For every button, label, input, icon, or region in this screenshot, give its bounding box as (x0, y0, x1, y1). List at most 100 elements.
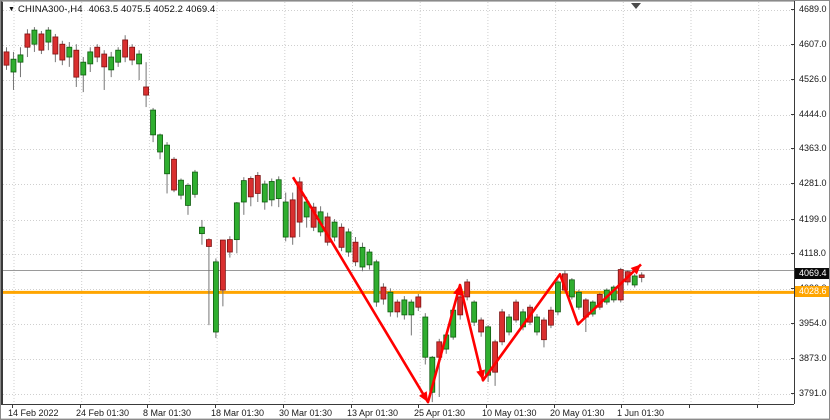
price-axis-label: 3791.0 (799, 388, 827, 398)
price-axis-label: 3873.0 (799, 353, 827, 363)
candle-body (541, 320, 546, 340)
candle-body (262, 184, 267, 202)
legend-dropdown-icon[interactable]: ▼ (8, 6, 15, 13)
candle-body (360, 247, 365, 267)
price-axis-label: 4118.0 (799, 248, 826, 258)
candle-body (548, 310, 553, 325)
candle-body (39, 34, 44, 50)
symbol-legend: ▼CHINA300-,H4 4063.5 4075.5 4052.2 4069.4 (8, 4, 215, 15)
candle-body (32, 30, 37, 44)
candle-body (402, 300, 407, 315)
candle-body (381, 287, 386, 299)
legend-symbol-label: CHINA300-,H4 (18, 4, 83, 15)
candle-body (416, 297, 421, 307)
chart-plot-area[interactable]: ▼CHINA300-,H4 4063.5 4075.5 4052.2 4069.4 (1, 1, 794, 404)
candle-body (109, 57, 114, 70)
candle-body (185, 185, 190, 205)
candle-body (74, 50, 79, 77)
price-axis-tick (791, 79, 795, 80)
candle-body (199, 227, 204, 233)
candle-body (158, 135, 163, 152)
time-axis-tick (757, 405, 758, 408)
candle-body (332, 222, 337, 237)
candle-body (248, 178, 253, 196)
candle-body (165, 145, 170, 174)
candle-body (283, 202, 288, 237)
candle-body (179, 180, 184, 195)
candle-body (479, 320, 484, 332)
time-axis-label: 10 May 01:30 (482, 408, 537, 418)
price-axis-label: 4526.0 (799, 74, 827, 84)
price-axis-tick (791, 183, 795, 184)
candle-body (206, 240, 211, 247)
candle-body (130, 47, 135, 60)
price-axis-label: 4281.0 (799, 178, 827, 188)
candle-body (632, 276, 637, 285)
candle-body (269, 181, 274, 199)
price-axis-label: 4607.0 (799, 39, 827, 49)
legend-ohlc-values: 4063.5 4075.5 4052.2 4069.4 (89, 4, 216, 15)
candle-body (500, 312, 505, 342)
candle-body (388, 292, 393, 312)
candle-body (213, 262, 218, 332)
price-axis-tick (791, 44, 795, 45)
time-axis-tick (689, 405, 690, 408)
candle-body (18, 55, 23, 62)
candle-body (151, 110, 156, 135)
price-axis-tick (791, 253, 795, 254)
candle-body (569, 280, 574, 297)
price-axis-tick (791, 219, 795, 220)
candle-body (514, 302, 519, 320)
candle-body (458, 297, 463, 315)
candle-body (395, 302, 400, 312)
candle-body (346, 232, 351, 252)
candle-body (116, 50, 121, 62)
chart-window: ▼CHINA300-,H4 4063.5 4075.5 4052.2 4069.4… (0, 0, 830, 420)
candle-body (409, 302, 414, 315)
price-axis-tick (791, 323, 795, 324)
candle-body (227, 240, 232, 252)
candle-body (46, 30, 51, 42)
time-axis-label: 24 Feb 01:30 (76, 408, 129, 418)
candle-body (192, 172, 197, 194)
price-axis-label: 3954.0 (799, 318, 827, 328)
candle-body (11, 59, 16, 72)
candle-body (353, 242, 358, 262)
candle-body (123, 40, 128, 57)
time-axis-label: 30 Mar 01:30 (279, 408, 332, 418)
time-axis[interactable]: 14 Feb 2022 24 Feb 01:30 8 Mar 01:30 18 Mar… (1, 404, 794, 418)
candle-body (576, 292, 581, 307)
candle-body (486, 327, 491, 375)
price-axis-tick (791, 148, 795, 149)
candle-body (255, 175, 260, 193)
price-axis[interactable]: 4069.4 4028.6 4689.04607.04526.04444.043… (794, 1, 830, 404)
time-axis-label: 18 Mar 01:30 (211, 408, 264, 418)
time-axis-label: 1 Jun 01:30 (617, 408, 664, 418)
price-axis-label: 4199.0 (799, 214, 827, 224)
candle-body (234, 203, 239, 240)
current-price-badge: 4069.4 (795, 268, 830, 279)
price-axis-label: 4363.0 (799, 143, 827, 153)
price-axis-label: 4689.0 (799, 4, 827, 14)
price-axis-tick (791, 358, 795, 359)
time-axis-label: 14 Feb 2022 (8, 408, 59, 418)
time-axis-label: 13 Apr 01:30 (347, 408, 398, 418)
candle-body (276, 180, 281, 199)
candle-body (423, 317, 428, 357)
candle-body (4, 52, 9, 65)
candle-body (339, 227, 344, 247)
candlestick-chart[interactable] (3, 2, 794, 404)
candle-body (53, 37, 58, 54)
chart-shift-marker-icon[interactable] (631, 3, 641, 9)
time-axis-label: 8 Mar 01:30 (143, 408, 191, 418)
candle-body (534, 317, 539, 332)
candle-body (639, 275, 644, 278)
candle-body (367, 252, 372, 265)
candle-body (172, 159, 177, 190)
candle-body (137, 54, 142, 64)
orange-line-price-badge: 4028.6 (795, 286, 830, 297)
time-axis-label: 25 Apr 01:30 (414, 408, 465, 418)
candle-body (144, 87, 149, 95)
candle-body (472, 302, 477, 322)
candle-body (241, 181, 246, 202)
